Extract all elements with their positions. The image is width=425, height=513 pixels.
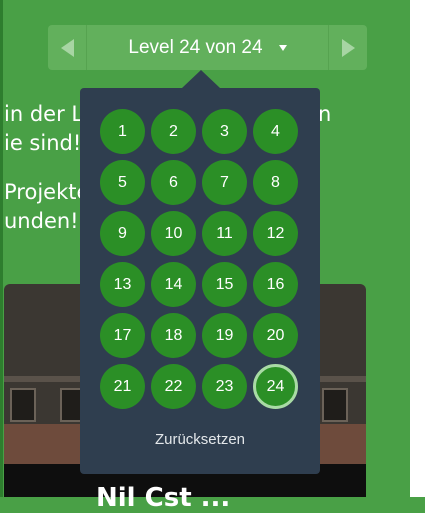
chevron-left-icon [60, 38, 74, 57]
level-14-button[interactable]: 14 [151, 262, 196, 307]
level-select-button[interactable]: Level 24 von 24 [87, 25, 328, 70]
level-1-button[interactable]: 1 [100, 109, 145, 154]
level-3-button[interactable]: 3 [202, 109, 247, 154]
instructions-line-3: Projekte [4, 180, 90, 204]
level-23-button[interactable]: 23 [202, 364, 247, 409]
level-9-button[interactable]: 9 [100, 211, 145, 256]
previous-level-button[interactable] [48, 25, 87, 70]
level-popover: Zurücksetzen 1 2 3 4 5 6 7 8 9 10 11 12 13 14 15 16 17 18… [80, 88, 320, 474]
level-2-button[interactable]: 2 [151, 109, 196, 154]
instructions-line-2: ie sind! [4, 131, 82, 155]
preview-crate [10, 388, 36, 422]
level-24-button[interactable]: 24 [253, 364, 298, 409]
level-22-button[interactable]: 22 [151, 364, 196, 409]
level-19-button[interactable]: 19 [202, 313, 247, 358]
level-21-button[interactable]: 21 [100, 364, 145, 409]
chevron-right-icon [341, 38, 355, 57]
level-8-button[interactable]: 8 [253, 160, 298, 205]
level-17-button[interactable]: 17 [100, 313, 145, 358]
level-11-button[interactable]: 11 [202, 211, 247, 256]
level-label: Level 24 von 24 [128, 36, 263, 58]
level-12-button[interactable]: 12 [253, 211, 298, 256]
level-10-button[interactable]: 10 [151, 211, 196, 256]
instructions-line-4: unden! [4, 209, 79, 233]
level-18-button[interactable]: 18 [151, 313, 196, 358]
level-6-button[interactable]: 6 [151, 160, 196, 205]
right-page-margin [410, 0, 425, 497]
caret-down-icon [278, 44, 287, 51]
level-navigation: Level 24 von 24 [48, 25, 367, 70]
popover-pointer [182, 70, 220, 88]
level-20-button[interactable]: 20 [253, 313, 298, 358]
level-15-button[interactable]: 15 [202, 262, 247, 307]
level-5-button[interactable]: 5 [100, 160, 145, 205]
preview-crate [322, 388, 348, 422]
level-16-button[interactable]: 16 [253, 262, 298, 307]
reset-button[interactable]: Zurücksetzen [80, 431, 320, 448]
level-13-button[interactable]: 13 [100, 262, 145, 307]
next-level-button[interactable] [328, 25, 367, 70]
preview-title: Nil Cst ... [96, 483, 231, 513]
level-4-button[interactable]: 4 [253, 109, 298, 154]
level-7-button[interactable]: 7 [202, 160, 247, 205]
